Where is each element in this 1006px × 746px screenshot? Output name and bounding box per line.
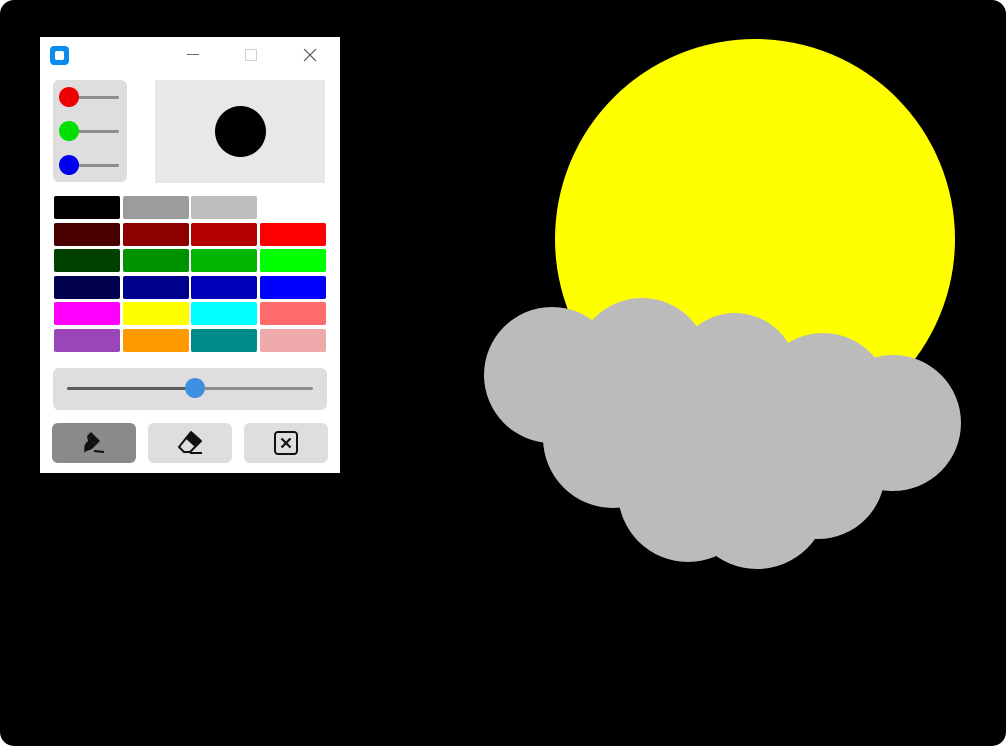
palette-swatch[interactable] — [54, 196, 120, 219]
palette-swatch[interactable] — [122, 328, 189, 352]
palette-swatch[interactable] — [259, 275, 326, 299]
brush-size-panel — [53, 368, 327, 410]
palette-swatch[interactable] — [54, 275, 120, 299]
eraser-icon — [178, 431, 202, 454]
minimize-button[interactable] — [177, 43, 209, 67]
green-slider-knob[interactable] — [59, 121, 79, 141]
green-slider[interactable] — [59, 121, 123, 141]
color-preview — [155, 80, 325, 183]
palette-swatch[interactable] — [191, 249, 257, 272]
clear-icon — [274, 431, 298, 455]
palette-swatch[interactable] — [191, 328, 257, 352]
palette-swatch[interactable] — [54, 222, 120, 246]
close-button[interactable] — [294, 43, 326, 67]
palette-swatch[interactable] — [259, 328, 326, 352]
palette-swatch[interactable] — [191, 196, 257, 219]
palette-swatch[interactable] — [122, 196, 189, 219]
brush-size-knob[interactable] — [184, 378, 205, 398]
close-icon — [303, 48, 317, 62]
brush-icon — [84, 432, 105, 453]
palette-swatch[interactable] — [191, 302, 257, 325]
palette-swatch[interactable] — [122, 222, 189, 246]
maximize-button[interactable] — [235, 43, 267, 67]
brush-tool-button[interactable] — [52, 423, 136, 463]
palette-swatch[interactable] — [259, 249, 326, 272]
rgb-sliders-panel — [53, 80, 127, 182]
blue-slider-knob[interactable] — [59, 155, 79, 175]
palette-swatch[interactable] — [54, 328, 120, 352]
eraser-tool-button[interactable] — [148, 423, 232, 463]
red-slider[interactable] — [59, 87, 123, 107]
color-preview-dot — [215, 106, 266, 157]
brush-size-fill — [67, 387, 195, 390]
clear-canvas-button[interactable] — [244, 423, 328, 463]
paint-tools-window — [40, 37, 340, 473]
palette-swatch[interactable] — [191, 275, 257, 299]
palette-swatch[interactable] — [259, 222, 326, 246]
palette-swatch[interactable] — [122, 302, 189, 325]
blue-slider[interactable] — [59, 155, 123, 175]
palette-swatch[interactable] — [191, 222, 257, 246]
red-slider-knob[interactable] — [59, 87, 79, 107]
app-icon — [50, 46, 69, 65]
title-bar[interactable] — [40, 37, 340, 73]
palette-swatch[interactable] — [259, 302, 326, 325]
palette-swatch[interactable] — [122, 249, 189, 272]
palette-swatch[interactable] — [54, 249, 120, 272]
palette-swatch[interactable] — [122, 275, 189, 299]
palette-swatch[interactable] — [54, 302, 120, 325]
